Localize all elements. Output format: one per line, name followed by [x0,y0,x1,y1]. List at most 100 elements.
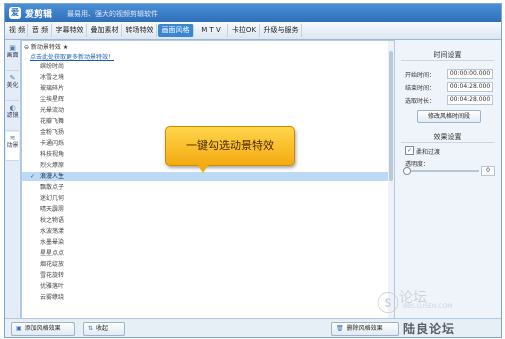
end-time-label: 结束时间： [405,85,436,92]
add-style-effect-button[interactable]: ▣ 添加风格效果 [11,322,75,336]
effect-name: 金粉飞扬 [40,129,65,136]
effect-list-item[interactable]: 星星点点 [22,249,394,258]
tab-audio[interactable]: 音 频 [29,24,52,37]
add-style-effect-label: 添加风格效果 [24,325,61,332]
effect-name: 尘埃星辉 [40,96,65,103]
fold-label: 收起 [96,325,109,332]
list-scrollbar[interactable] [388,41,394,318]
effect-name: 水墨晕染 [40,239,65,246]
brush-icon: ✎ [9,74,16,82]
trash-icon: 🗑 [336,325,344,332]
watermark-url: BBS.LUSEN.COM [403,303,453,310]
fold-button[interactable]: ⇅ 收起 [83,322,125,336]
tab-video[interactable]: 视 频 [7,24,28,37]
effect-list-item[interactable]: 花瓣飞舞 [22,117,394,126]
effect-name: 烈火燎原 [40,162,65,169]
side-tab-label: 美化 [6,82,19,89]
effect-list-item[interactable]: 缤纷时尚 [22,62,394,71]
effect-name: 花瓣飞舞 [40,118,65,125]
opacity-value-field[interactable]: 0 [481,166,495,176]
effect-category-header[interactable]: ⊖ 新动景特效 ★ [24,42,68,51]
waves-icon: ≋ [9,134,16,142]
main-tab-bar: 视 频 音 频 字幕特效 叠加素材 转场特效 画面风格 M T V 卡拉OK 升… [5,22,501,40]
effect-list-item[interactable]: 秋之物语 [22,216,394,225]
start-time-label: 开始时间： [405,72,436,79]
side-tab-picture[interactable]: ▣ 画面 [6,42,19,71]
effect-name: 迷幻几何 [40,195,65,202]
tab-karaoke[interactable]: 卡拉OK [229,24,260,37]
effect-name: 烟花绽放 [40,261,65,268]
effect-list-item[interactable]: 晴天霹雳 [22,205,394,214]
effect-name: 水波荡漾 [40,228,65,235]
callout-pointer [197,164,209,173]
effect-name: 云雾缭绕 [40,294,65,301]
watermark-footer-text: 陆良论坛 [403,322,456,336]
more-effects-link[interactable]: 点击此处获取更多新动景特效！ [30,52,114,61]
modify-style-time-button[interactable]: 修改风格时间段 [417,110,481,123]
side-tab-label: 画面 [6,52,19,59]
picture-icon: ▣ [9,44,16,52]
effect-name: 晴天霹雳 [40,206,65,213]
effect-list-item[interactable]: 雪花旋转 [22,271,394,280]
effect-name: 缤纷时尚 [40,63,65,70]
effect-name: 玻璃碎片 [40,85,65,92]
duration-field[interactable]: 00:04:28.000 [447,95,493,105]
side-tab-motion[interactable]: ≋ 动景 [6,132,19,161]
effect-list-item[interactable]: 水墨晕染 [22,238,394,247]
effect-list-item[interactable]: ✓ 浪漫人生 [22,172,394,181]
fold-icon: ⇅ [88,325,94,332]
start-time-field[interactable]: 00:00:00.000 [447,69,493,79]
delete-style-effect-button[interactable]: 🗑 删除风格效果 [331,322,399,336]
app-window: 爱 爱剪辑 最易用、强大的视频剪辑软件 视 频 音 频 字幕特效 叠加素材 转场… [4,3,502,338]
tab-transition-effects[interactable]: 转场特效 [123,24,157,37]
tab-upgrade-service[interactable]: 升级与服务 [261,24,302,37]
watermark-logo-icon: ⓢ [377,292,400,317]
divider [401,142,494,143]
tip-callout: 一键勾选动景特效 [165,126,295,166]
side-tab-filter[interactable]: ◐ 滤镜 [6,102,19,131]
soft-transition-label: 柔和过渡 [416,149,441,156]
slider-knob[interactable] [403,167,411,175]
end-time-field[interactable]: 00:04:28.000 [447,82,493,92]
effect-name: 卡通闪烁 [40,140,65,147]
effect-list-item[interactable]: 优雅落叶 [22,282,394,291]
effect-name: 飘散点子 [40,184,65,191]
side-tab-beautify[interactable]: ✎ 美化 [6,72,19,101]
effect-name: 秋之物语 [40,217,65,224]
effect-list-item[interactable]: 水波荡漾 [22,227,394,236]
title-bar: 爱 爱剪辑 最易用、强大的视频剪辑软件 [5,4,501,22]
effect-list-item[interactable]: 光晕流动 [22,106,394,115]
soft-transition-checkbox[interactable]: ✓ [405,146,414,155]
effect-list-item[interactable]: 玻璃碎片 [22,84,394,93]
add-icon: ▣ [16,325,22,332]
tab-subtitle-effects[interactable]: 字幕特效 [53,24,87,37]
time-settings-title: 时间设置 [433,51,462,59]
effect-list-item[interactable]: 云雾缭绕 [22,293,394,302]
effect-list-item[interactable]: 尘埃星辉 [22,95,394,104]
checkmark-icon[interactable]: ✓ [30,172,35,181]
effect-list-item[interactable]: 冰雪之境 [22,73,394,82]
side-tab-bar: ▣ 画面 ✎ 美化 ◐ 滤镜 ≋ 动景 [5,40,21,320]
settings-panel: 时间设置 开始时间： 00:00:00.000 结束时间： 00:04:28.0… [397,40,498,317]
effect-name: 优雅落叶 [40,283,65,290]
app-logo-icon: 爱 [9,7,21,19]
side-tab-label: 滤镜 [6,112,19,119]
effect-list-item[interactable]: 飘散点子 [22,183,394,192]
effect-list-panel: ⊖ 新动景特效 ★ 点击此处获取更多新动景特效！ 缤纷时尚冰雪之境玻璃碎片尘埃星… [21,40,395,319]
tab-mtv[interactable]: M T V [195,24,228,37]
duration-label: 选取时长： [405,98,436,105]
effect-name: 雪花旋转 [40,272,65,279]
effect-list-item[interactable]: 烟花绽放 [22,260,394,269]
opacity-slider[interactable] [403,167,479,175]
filter-icon: ◐ [9,104,16,112]
tab-overlay-material[interactable]: 叠加素材 [88,24,122,37]
effect-list-item[interactable]: 迷幻几何 [22,194,394,203]
side-tab-label: 动景 [6,142,19,149]
tab-picture-style[interactable]: 画面风格 [158,24,194,37]
delete-style-effect-label: 删除风格效果 [346,325,383,332]
effect-settings-title: 效果设置 [433,133,462,141]
app-slogan: 最易用、强大的视频剪辑软件 [67,10,158,18]
effect-name: 浪漫人生 [40,173,65,180]
app-name: 爱剪辑 [25,10,53,20]
scrollbar-thumb[interactable] [389,51,393,181]
